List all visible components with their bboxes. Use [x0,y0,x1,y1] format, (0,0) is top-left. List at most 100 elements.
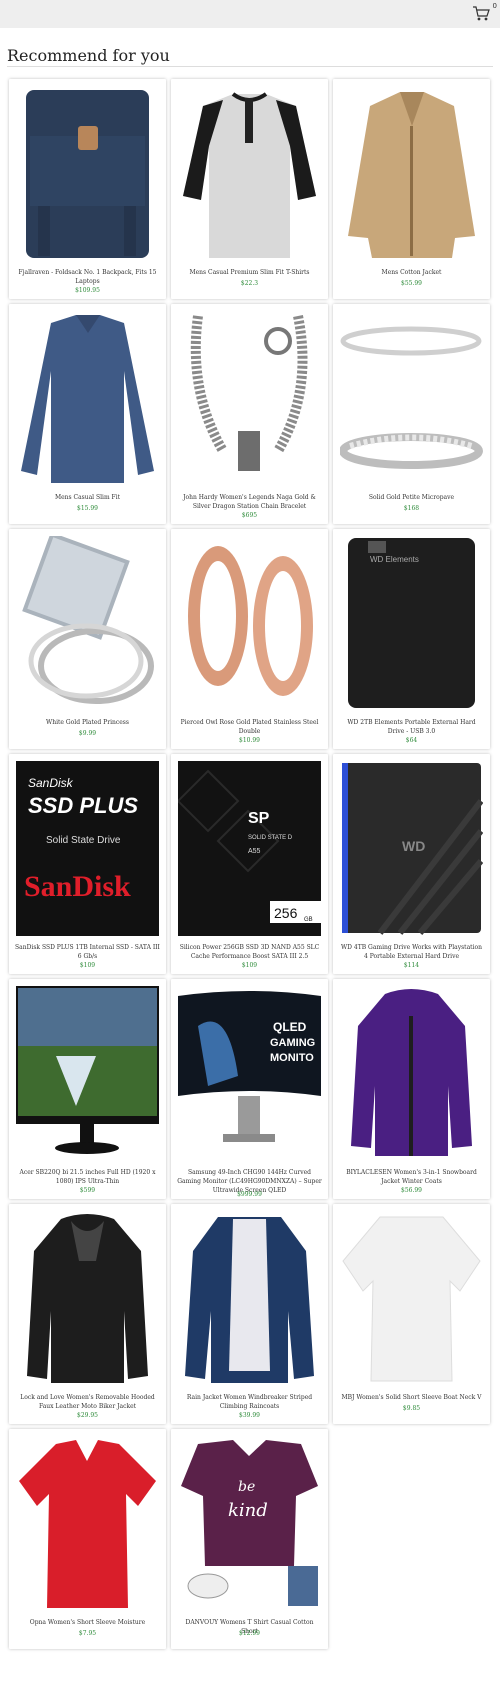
product-image-wd-drive[interactable]: WD Elements [340,536,483,711]
product-price: $109 [79,962,96,969]
qled-label: QLED [273,1020,307,1034]
product-image-red-tshirt[interactable] [16,1436,159,1611]
product-name[interactable]: Solid Gold Petite Micropave [339,493,484,502]
product-image-princess-ring[interactable] [16,536,159,711]
product-image-purple-jacket[interactable] [340,986,483,1161]
sp-logo: SP [248,810,270,827]
product-image-leather-jacket[interactable] [16,1211,159,1386]
monitor-label: MONITO [270,1052,314,1064]
sp-solid-state: SOLID STATE D [248,835,293,841]
product-card[interactable]: Acer SB220Q bi 21.5 inches Full HD (1920… [9,979,166,1199]
product-card[interactable]: Rain Jacket Women Windbreaker Striped Cl… [171,1204,328,1424]
product-card[interactable]: QLED GAMING MONITO Samsung 49-Inch CHG90… [171,979,328,1199]
product-card[interactable]: SanDisk SSD PLUS Solid State Drive SanDi… [9,754,166,974]
product-card[interactable]: Opna Women's Short Sleeve Moisture $7.95 [9,1429,166,1649]
product-image-wd-gaming[interactable]: WD [340,761,483,936]
product-image-silicon-power[interactable]: SP SOLID STATE D A55 256 GB [178,761,321,936]
product-name[interactable]: Mens Cotton Jacket [339,268,484,277]
product-price: $64 [405,737,418,744]
product-image-plugs[interactable] [178,536,321,711]
sp-model: A55 [248,848,261,855]
product-price: $9.99 [78,730,97,737]
be-text: be [238,1479,255,1495]
product-name[interactable]: Mens Casual Premium Slim Fit T-Shirts [177,268,322,277]
product-name[interactable]: MBJ Women's Solid Short Sleeve Boat Neck… [339,1393,484,1402]
product-name[interactable]: WD 4TB Gaming Drive Works with Playstati… [339,943,484,961]
sandisk-logo: SanDisk [24,870,131,903]
solid-state-label: Solid State Drive [46,835,121,846]
page-title: Recommend for you [7,46,170,65]
product-card[interactable]: WD Elements WD 2TB Elements Portable Ext… [333,529,490,749]
cart-button[interactable] [472,5,492,23]
product-price: $168 [403,505,420,512]
product-price: $999.99 [237,1191,262,1198]
product-price: $29.95 [77,1412,98,1419]
sp-unit: GB [304,917,313,923]
product-name[interactable]: Lock and Love Women's Removable Hooded F… [15,1393,160,1411]
product-card[interactable]: Mens Casual Slim Fit $15.99 [9,304,166,524]
sandisk-brand-small: SanDisk [28,776,74,790]
product-price: $10.99 [239,737,260,744]
cart-count-badge: 0 [492,2,497,10]
product-image-longsleeve[interactable] [16,311,159,486]
product-image-ring[interactable] [340,311,483,486]
product-price: $9.85 [402,1405,421,1412]
product-image-acer-monitor[interactable] [16,986,159,1161]
product-name[interactable]: WD 2TB Elements Portable External Hard D… [339,718,484,736]
product-price: $12.99 [239,1630,260,1637]
product-price: $15.99 [77,505,98,512]
wd-logo: WD [402,838,425,854]
product-name[interactable]: Acer SB220Q bi 21.5 inches Full HD (1920… [15,1168,160,1186]
sp-capacity: 256 [274,905,298,921]
product-image-samsung-monitor[interactable]: QLED GAMING MONITO [178,986,321,1161]
product-price: $109 [241,962,258,969]
product-price: $39.99 [239,1412,260,1419]
product-name[interactable]: BIYLACLESEN Women's 3-in-1 Snowboard Jac… [339,1168,484,1186]
product-image-bekind-shirt[interactable]: be kind [178,1436,321,1611]
product-name[interactable]: Fjallraven - Foldsack No. 1 Backpack, Fi… [15,268,160,286]
product-price: $109.95 [75,287,100,294]
product-card[interactable]: be kind DANVOUY Womens T Shirt Casual Co… [171,1429,328,1649]
product-price: $22.3 [240,280,259,287]
product-card[interactable]: Mens Cotton Jacket $55.99 [333,79,490,299]
product-card[interactable]: Lock and Love Women's Removable Hooded F… [9,1204,166,1424]
product-price: $599 [79,1187,96,1194]
product-card[interactable]: Pierced Owl Rose Gold Plated Stainless S… [171,529,328,749]
product-card[interactable]: WD WD 4TB Gaming Drive Works with Playst… [333,754,490,974]
product-card[interactable]: Solid Gold Petite Micropave $168 [333,304,490,524]
product-image-bracelet[interactable] [178,311,321,486]
product-image-white-top[interactable] [340,1211,483,1386]
product-image-jacket[interactable] [340,86,483,261]
product-price: $695 [241,512,258,519]
wd-elements-label: WD Elements [370,555,419,564]
product-card[interactable]: SP SOLID STATE D A55 256 GB Silicon Powe… [171,754,328,974]
product-name[interactable]: Mens Casual Slim Fit [15,493,160,502]
product-price: $7.95 [78,1630,97,1637]
product-card[interactable]: BIYLACLESEN Women's 3-in-1 Snowboard Jac… [333,979,490,1199]
product-price: $56.99 [401,1187,422,1194]
product-name[interactable]: Silicon Power 256GB SSD 3D NAND A55 SLC … [177,943,322,961]
ssd-plus-label: SSD PLUS [28,793,138,818]
product-name[interactable]: John Hardy Women's Legends Naga Gold & S… [177,493,322,511]
product-price: $114 [403,962,420,969]
product-name[interactable]: Opna Women's Short Sleeve Moisture [15,1618,160,1627]
kind-text: kind [228,1500,268,1521]
product-card[interactable]: Fjallraven - Foldsack No. 1 Backpack, Fi… [9,79,166,299]
product-card[interactable]: White Gold Plated Princess $9.99 [9,529,166,749]
product-image-raincoat[interactable] [178,1211,321,1386]
product-name[interactable]: Pierced Owl Rose Gold Plated Stainless S… [177,718,322,736]
product-name[interactable]: Rain Jacket Women Windbreaker Striped Cl… [177,1393,322,1411]
product-image-sandisk[interactable]: SanDisk SSD PLUS Solid State Drive SanDi… [16,761,159,936]
product-image-backpack[interactable] [16,86,159,261]
product-card[interactable]: John Hardy Women's Legends Naga Gold & S… [171,304,328,524]
product-name[interactable]: White Gold Plated Princess [15,718,160,727]
top-bar: 0 [0,0,500,28]
product-card[interactable]: MBJ Women's Solid Short Sleeve Boat Neck… [333,1204,490,1424]
cart-icon [473,6,490,21]
product-name[interactable]: SanDisk SSD PLUS 1TB Internal SSD - SATA… [15,943,160,961]
product-image-tshirt[interactable] [178,86,321,261]
gaming-label: GAMING [270,1037,315,1049]
product-card[interactable]: Mens Casual Premium Slim Fit T-Shirts $2… [171,79,328,299]
divider [7,66,493,67]
product-price: $55.99 [401,280,422,287]
